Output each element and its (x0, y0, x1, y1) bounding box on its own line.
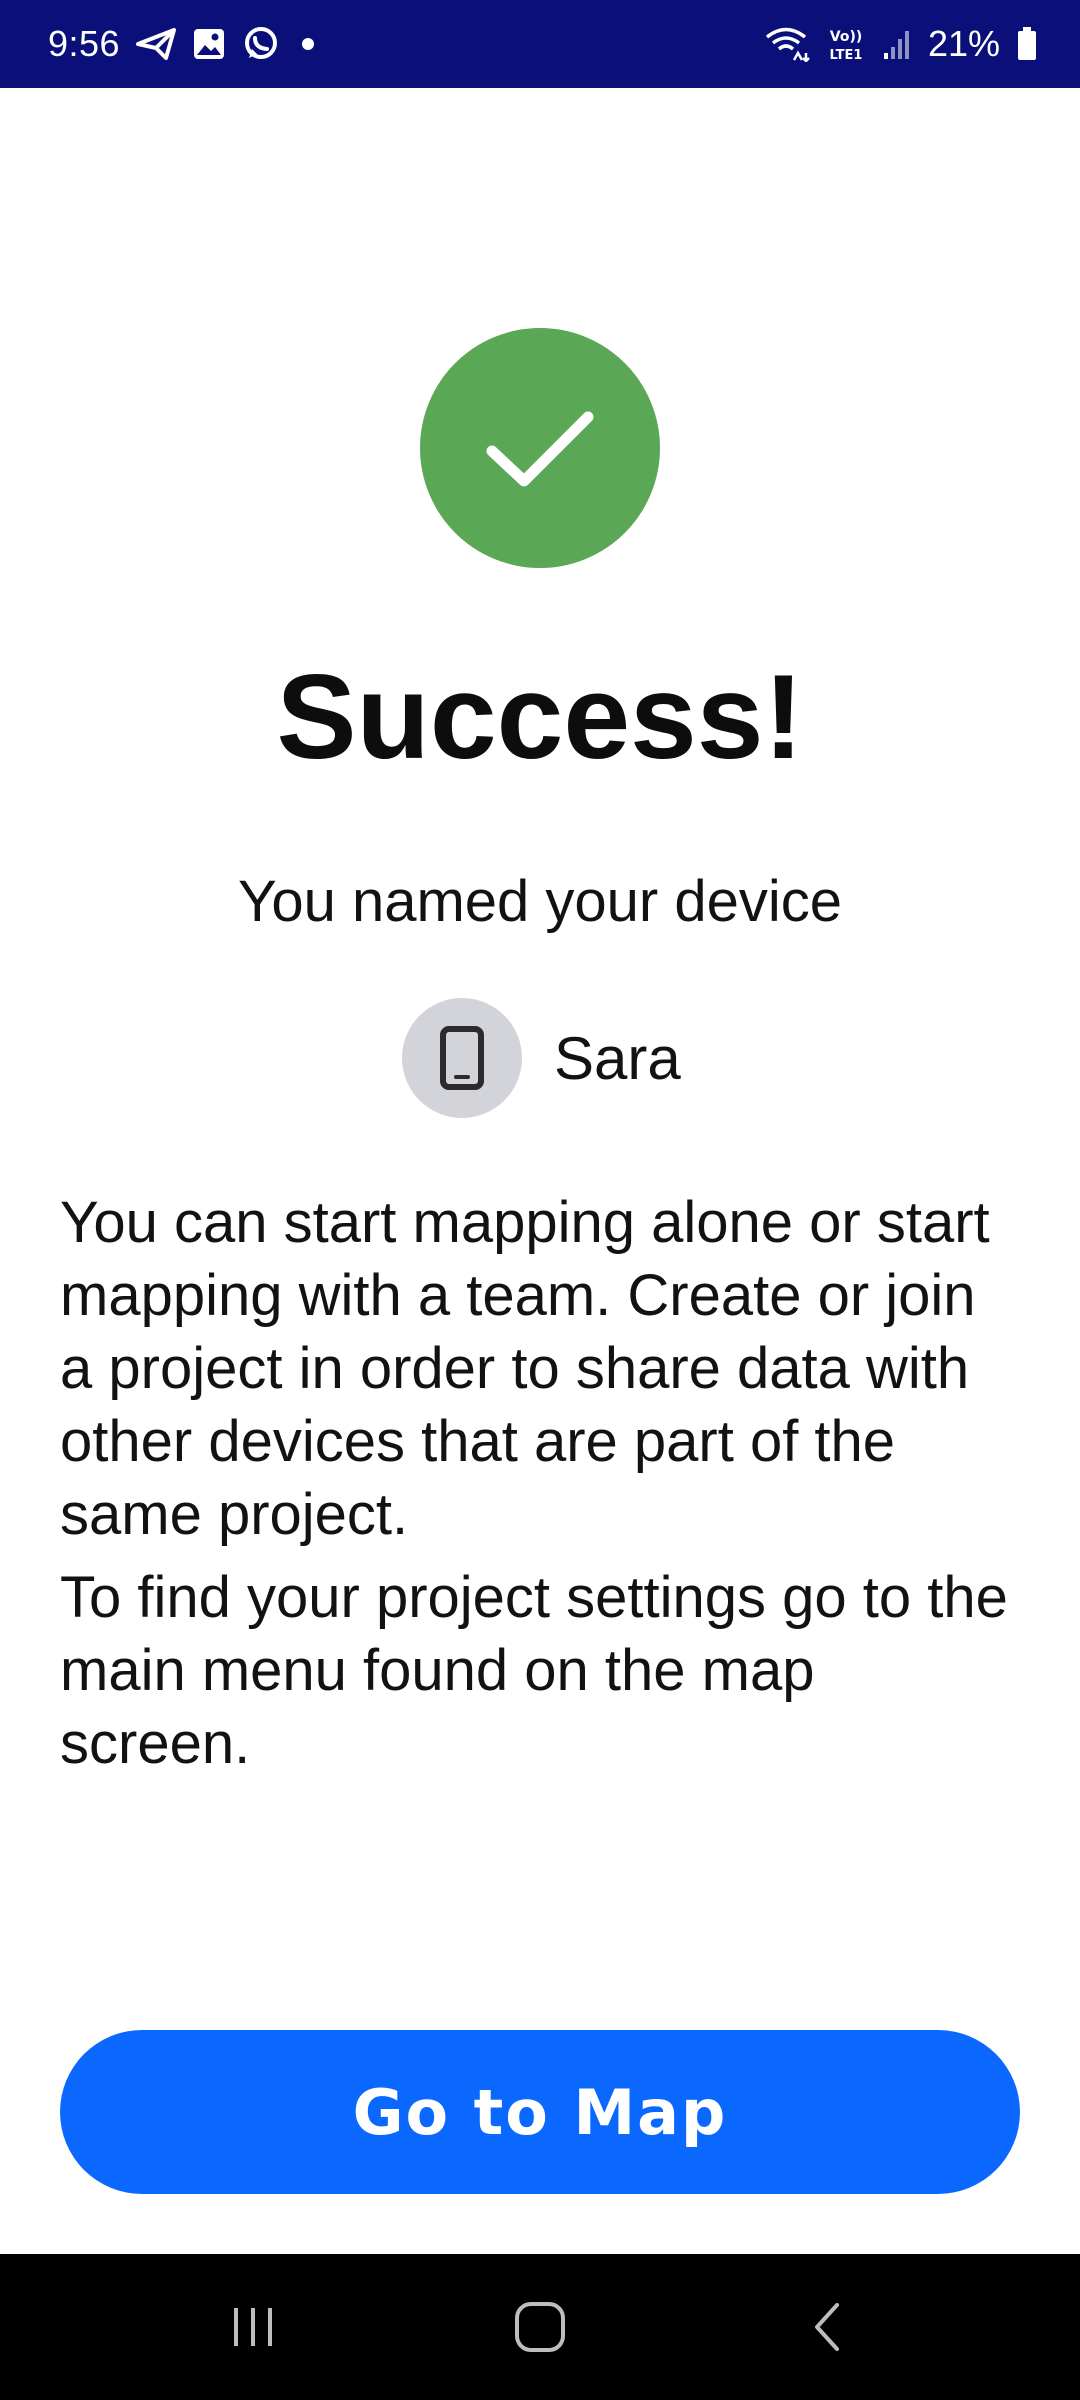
status-time: 9:56 (48, 23, 121, 64)
dot-icon (296, 32, 320, 56)
recents-icon[interactable] (193, 2277, 313, 2377)
battery-percent: 21% (927, 23, 1000, 64)
success-title: Success! (276, 650, 804, 784)
instructions: You can start mapping alone or start map… (60, 1186, 1020, 1780)
device-summary: Sara (402, 998, 681, 1118)
status-bar-left: 9:56 (48, 23, 320, 65)
success-check-icon (420, 328, 660, 568)
gallery-icon (192, 27, 226, 61)
wifi-icon (764, 26, 810, 62)
battery-icon (1016, 26, 1038, 62)
device-name: Sara (554, 1024, 681, 1092)
signal-icon (882, 27, 912, 61)
phone-icon (402, 998, 522, 1118)
go-to-map-button[interactable]: Go to Map (60, 2030, 1020, 2194)
back-icon[interactable] (767, 2277, 887, 2377)
volte-icon: Vo)) LTE1 (826, 26, 866, 62)
whatsapp-icon (242, 25, 280, 63)
svg-text:Vo)): Vo)) (830, 29, 862, 45)
svg-text:LTE1: LTE1 (829, 48, 862, 62)
system-nav-bar (0, 2254, 1080, 2400)
success-screen: Success! You named your device Sara You … (0, 88, 1080, 2254)
status-bar-right: Vo)) LTE1 21% (764, 23, 1038, 65)
instructions-paragraph-settings: To find your project settings go to the … (60, 1565, 1008, 1776)
instructions-paragraph-mapping: You can start mapping alone or start map… (60, 1190, 990, 1547)
status-bar: 9:56 Vo)) LTE1 21% (0, 0, 1080, 88)
send-icon (136, 27, 177, 61)
device-named-subtitle: You named your device (237, 869, 843, 934)
home-icon[interactable] (480, 2277, 600, 2377)
